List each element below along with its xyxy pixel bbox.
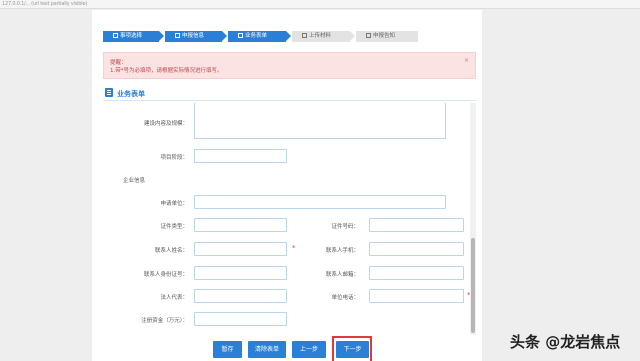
alert-title: 提醒： <box>110 60 127 66</box>
label-id-type: 证件类型： <box>160 224 188 230</box>
step-item-select[interactable]: 事项选择 <box>103 31 164 42</box>
contact-name-input[interactable] <box>194 242 287 256</box>
label-legal-rep: 法人代表： <box>160 295 188 301</box>
project-level-input[interactable] <box>194 149 287 163</box>
registered-capital-input[interactable] <box>194 312 287 326</box>
label-registered-capital: 注册资金（万元）： <box>141 318 188 324</box>
business-form: 建设内容及规模： 项目阶段： 企业信息 申请单位： 证件类型： 证件号码： 联系… <box>103 103 473 335</box>
step-item-business-form[interactable]: 业务表单 <box>228 31 291 42</box>
legal-rep-input[interactable] <box>194 289 287 303</box>
group-enterprise-title: 企业信息 <box>123 178 146 184</box>
contact-idno-input[interactable] <box>194 266 287 280</box>
label-construction-content: 建设内容及规模： <box>143 121 188 127</box>
form-icon <box>105 88 113 97</box>
browser-url-bar[interactable]: 127.0.0.1/... (url text partially visibl… <box>0 0 640 9</box>
label-id-number: 证件号码： <box>331 224 359 230</box>
list-icon <box>113 32 118 38</box>
label-contact-phone: 联系人手机： <box>325 248 359 254</box>
page-content: 事项选择 申报信息 业务表单 上传材料 申报告知 提醒： 1.带*号为必填项，请… <box>92 10 482 361</box>
step-item-apply-info[interactable]: 申报信息 <box>165 31 227 42</box>
section-title: 业务表单 <box>117 90 145 98</box>
contact-email-input[interactable] <box>369 266 464 280</box>
close-icon[interactable]: × <box>464 57 469 64</box>
step-label: 事项选择 <box>120 33 143 39</box>
scrollbar-thumb[interactable] <box>471 238 475 333</box>
step-label: 申报告知 <box>373 33 396 39</box>
label-unit-phone: 单位电话： <box>331 295 359 301</box>
upload-icon <box>302 32 307 38</box>
contact-phone-input[interactable] <box>369 242 464 256</box>
watermark-text: 头条 @龙岩焦点 <box>510 333 621 351</box>
label-applicant: 申请单位： <box>160 201 188 207</box>
construction-content-textarea[interactable] <box>194 103 446 139</box>
clear-form-button[interactable]: 清除表单 <box>248 341 286 358</box>
label-contact-idno: 联系人身份证号： <box>143 272 188 278</box>
prev-step-button[interactable]: 上一步 <box>292 341 326 358</box>
edit-icon <box>238 32 243 38</box>
label-project-level: 项目阶段： <box>160 155 188 161</box>
next-step-highlight <box>332 336 372 361</box>
url-text: 127.0.0.1/... (url text partially visibl… <box>2 1 88 7</box>
applicant-input[interactable] <box>194 195 446 209</box>
doc-icon <box>175 32 180 38</box>
divider <box>103 100 476 101</box>
alert-message: 1.带*号为必填项，请根据实际情况进行填写。 <box>110 68 223 74</box>
save-draft-button[interactable]: 暂存 <box>213 341 242 358</box>
step-item-upload[interactable]: 上传材料 <box>292 31 355 42</box>
step-label: 上传材料 <box>309 33 332 39</box>
label-contact-email: 联系人邮箱： <box>325 272 359 278</box>
step-label: 申报信息 <box>182 33 205 39</box>
step-item-notice[interactable]: 申报告知 <box>356 31 418 42</box>
unit-phone-input[interactable] <box>369 289 464 303</box>
id-type-select[interactable] <box>194 218 287 232</box>
alert-box: 提醒： 1.带*号为必填项，请根据实际情况进行填写。 × <box>103 52 476 79</box>
step-label: 业务表单 <box>245 33 268 39</box>
label-contact-name: 联系人姓名： <box>154 248 188 254</box>
bell-icon <box>366 32 371 38</box>
id-number-input[interactable] <box>369 218 464 232</box>
form-scrollbar[interactable] <box>470 103 476 335</box>
